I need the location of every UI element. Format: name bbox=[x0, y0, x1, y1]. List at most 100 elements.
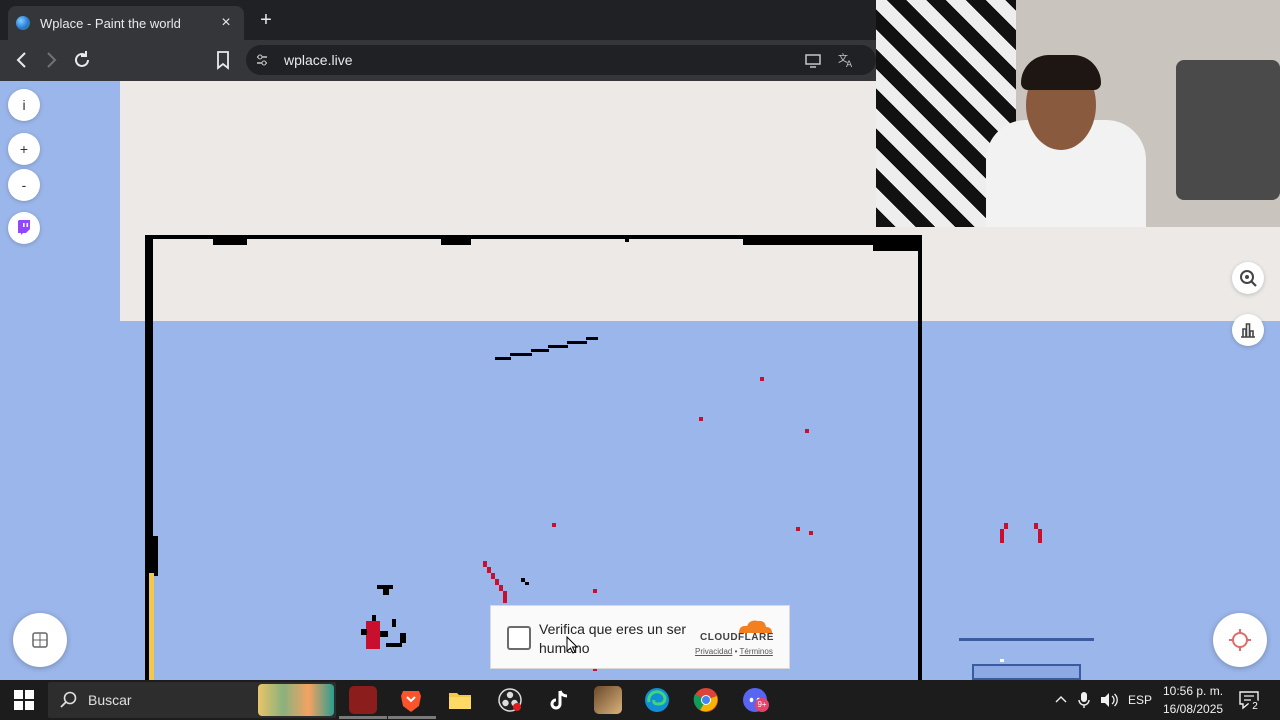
pixel-art bbox=[361, 629, 367, 635]
svg-text:A: A bbox=[846, 60, 853, 70]
pixel-art bbox=[150, 536, 158, 576]
pixel-art bbox=[593, 589, 597, 593]
pixel-art bbox=[531, 349, 549, 352]
search-location-button[interactable] bbox=[1232, 262, 1264, 294]
pixel-art bbox=[805, 429, 809, 433]
pixel-art bbox=[400, 633, 406, 643]
search-placeholder: Buscar bbox=[88, 692, 132, 708]
terms-link[interactable]: Términos bbox=[739, 647, 772, 656]
microphone-icon[interactable] bbox=[1077, 691, 1091, 714]
clock-time[interactable]: 10:56 p. m. bbox=[1163, 684, 1223, 698]
palette-icon bbox=[32, 632, 48, 648]
reload-button[interactable] bbox=[69, 48, 95, 72]
forward-button[interactable] bbox=[38, 48, 64, 72]
pixel-art bbox=[366, 621, 380, 649]
reload-icon bbox=[75, 51, 89, 67]
captcha-links: Privacidad • Términos bbox=[695, 647, 773, 656]
tiktok-icon[interactable] bbox=[545, 686, 573, 714]
pixel-art bbox=[1038, 529, 1042, 543]
pixel-art bbox=[1004, 523, 1008, 529]
palette-button[interactable] bbox=[13, 613, 67, 667]
show-hidden-icons-chevron-icon[interactable] bbox=[1054, 692, 1068, 709]
pixel-art bbox=[1034, 523, 1038, 529]
site-settings-icon[interactable] bbox=[255, 53, 269, 67]
pixel-frame-right bbox=[918, 235, 922, 680]
discord-badge: 9+ bbox=[755, 698, 769, 712]
mouse-cursor-icon bbox=[566, 635, 579, 659]
pixel-art bbox=[796, 527, 800, 531]
pixel-art bbox=[699, 417, 703, 421]
pixel-art bbox=[213, 239, 247, 245]
windows-start-icon[interactable] bbox=[14, 690, 34, 715]
game-icon[interactable] bbox=[594, 686, 622, 714]
pixel-art bbox=[972, 664, 1081, 680]
pixel-art bbox=[380, 631, 388, 637]
back-button[interactable] bbox=[9, 48, 35, 72]
globe-icon bbox=[16, 16, 30, 30]
chrome-icon[interactable] bbox=[692, 686, 720, 714]
locate-icon bbox=[1229, 629, 1251, 651]
notifications-count: 2 bbox=[1248, 700, 1262, 714]
app-active-indicator bbox=[339, 716, 387, 719]
browser-tab[interactable]: Wplace - Paint the world × bbox=[8, 6, 244, 40]
pixel-art bbox=[386, 643, 402, 647]
pixel-art bbox=[873, 239, 921, 251]
tab-title: Wplace - Paint the world bbox=[40, 15, 181, 31]
pixel-art bbox=[586, 337, 598, 340]
webcam-person-hair bbox=[1021, 55, 1101, 90]
search-location-icon bbox=[1240, 270, 1257, 287]
pixel-art bbox=[525, 582, 529, 585]
pixel-art bbox=[625, 239, 629, 242]
search-highlight-image bbox=[258, 684, 334, 716]
install-icon[interactable] bbox=[803, 50, 823, 70]
pixel-art bbox=[503, 591, 507, 603]
info-button[interactable]: i bbox=[8, 89, 40, 121]
pixel-art bbox=[548, 345, 568, 348]
privacy-link[interactable]: Privacidad bbox=[695, 647, 732, 656]
url-text: wplace.live bbox=[284, 52, 353, 68]
pixel-art bbox=[959, 638, 1094, 641]
pixel-art bbox=[441, 239, 471, 245]
pixel-art bbox=[392, 619, 396, 627]
pixel-art bbox=[383, 589, 389, 595]
locate-button[interactable] bbox=[1213, 613, 1267, 667]
link-separator: • bbox=[734, 647, 738, 656]
pixel-art bbox=[760, 377, 764, 381]
translate-icon[interactable]: 文A bbox=[836, 50, 856, 70]
voicemeeter-icon[interactable] bbox=[349, 686, 377, 714]
pixel-art bbox=[1000, 659, 1004, 662]
edge-icon[interactable] bbox=[643, 686, 671, 714]
zoom-out-button[interactable]: - bbox=[8, 169, 40, 201]
forward-icon bbox=[47, 52, 57, 68]
back-icon bbox=[16, 52, 26, 68]
language-indicator[interactable]: ESP bbox=[1128, 693, 1152, 707]
pixel-art bbox=[510, 353, 532, 356]
obs-icon[interactable] bbox=[496, 686, 524, 714]
clock-date[interactable]: 16/08/2025 bbox=[1163, 702, 1223, 716]
captcha-label: Verifica que eres un ser humano bbox=[539, 621, 687, 656]
zoom-in-button[interactable]: + bbox=[8, 133, 40, 165]
pixel-art bbox=[552, 523, 556, 527]
pixel-art bbox=[1000, 529, 1004, 543]
leaderboard-button[interactable] bbox=[1232, 314, 1264, 346]
close-tab-icon[interactable]: × bbox=[216, 14, 236, 32]
pixel-art bbox=[567, 341, 587, 344]
cloudflare-logo: CLOUDFLARE bbox=[700, 632, 774, 643]
new-tab-button[interactable]: + bbox=[254, 8, 278, 32]
app-active-indicator bbox=[388, 716, 436, 719]
file-explorer-icon[interactable] bbox=[446, 686, 474, 714]
captcha-checkbox[interactable] bbox=[507, 626, 531, 650]
webcam-sofa bbox=[1176, 60, 1280, 200]
land-area bbox=[120, 81, 876, 321]
volume-icon[interactable] bbox=[1099, 691, 1119, 714]
pixel-art bbox=[495, 357, 511, 360]
land-area bbox=[876, 227, 1280, 321]
twitch-button[interactable] bbox=[8, 212, 40, 244]
bookmark-button[interactable] bbox=[210, 48, 236, 72]
pixel-art bbox=[809, 531, 813, 535]
pixel-art bbox=[149, 573, 154, 680]
bookmark-icon bbox=[217, 51, 229, 70]
brave-icon[interactable] bbox=[397, 686, 425, 714]
search-icon bbox=[58, 690, 78, 715]
leaderboard-icon bbox=[1241, 323, 1255, 338]
